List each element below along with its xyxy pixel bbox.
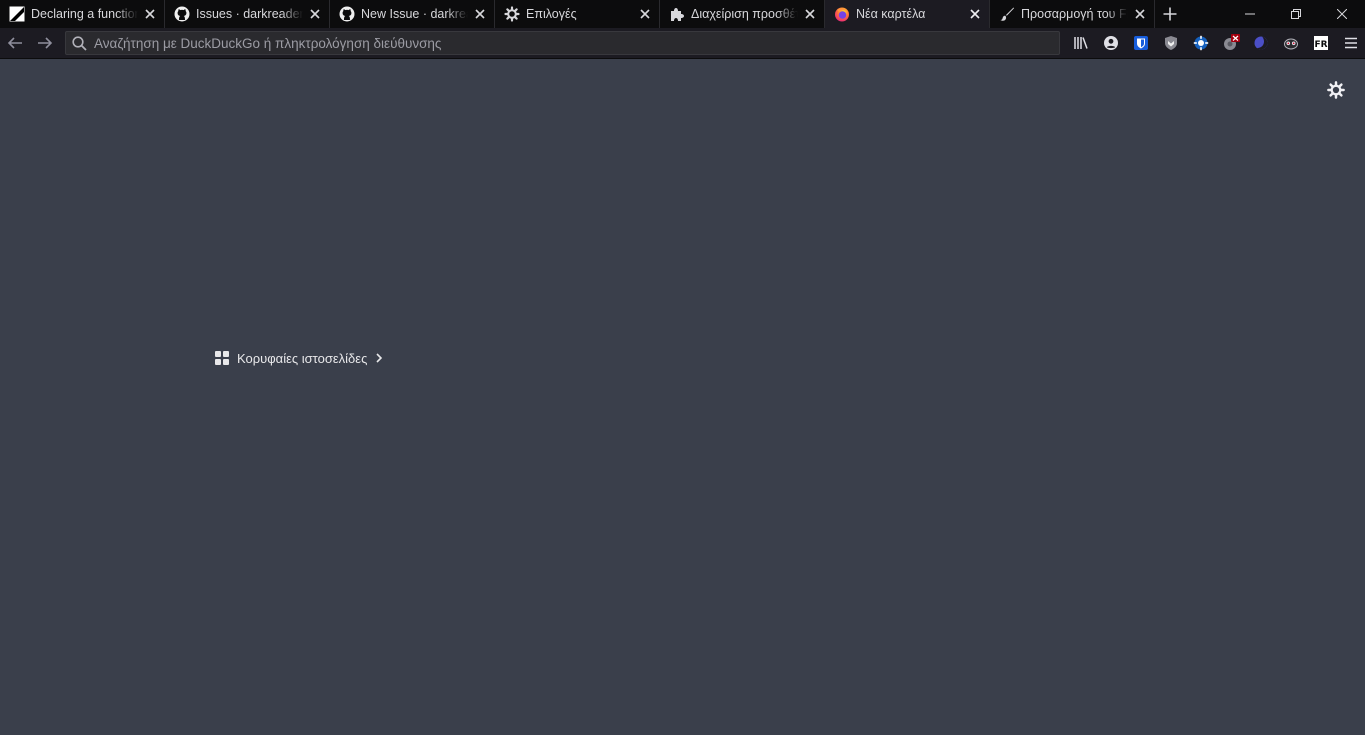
tab-strip: Declaring a function Issues · darkreader… bbox=[0, 0, 1365, 28]
address-input[interactable] bbox=[92, 35, 1059, 51]
close-icon[interactable] bbox=[472, 6, 488, 22]
privacy-badger-icon[interactable] bbox=[1156, 29, 1186, 57]
restore-icon bbox=[1291, 9, 1301, 19]
tab-label: Επιλογές bbox=[526, 7, 577, 21]
brush-icon bbox=[999, 6, 1015, 22]
close-icon[interactable] bbox=[802, 6, 818, 22]
restore-button[interactable] bbox=[1273, 0, 1319, 28]
tab-label: Προσαρμογή του Firefox bbox=[1021, 7, 1128, 21]
gear-icon bbox=[504, 6, 520, 22]
account-icon[interactable] bbox=[1096, 29, 1126, 57]
tab-label: Νέα καρτέλα bbox=[856, 7, 926, 21]
tab-customize-firefox[interactable]: Προσαρμογή του Firefox bbox=[990, 0, 1155, 28]
puzzle-icon bbox=[669, 6, 685, 22]
top-sites-grid-icon bbox=[215, 351, 229, 365]
minimize-icon bbox=[1245, 13, 1255, 15]
library-icon[interactable] bbox=[1066, 29, 1096, 57]
top-sites-section-toggle[interactable]: Κορυφαίες ιστοσελίδες bbox=[215, 348, 383, 368]
bitwarden-icon[interactable] bbox=[1126, 29, 1156, 57]
tab-declaring-function[interactable]: Declaring a function bbox=[0, 0, 165, 28]
close-icon[interactable] bbox=[307, 6, 323, 22]
arrow-left-icon bbox=[7, 37, 22, 49]
github-icon bbox=[174, 6, 190, 22]
tab-new-issue[interactable]: New Issue · darkreader/darkreader bbox=[330, 0, 495, 28]
fr-icon[interactable]: FR bbox=[1306, 29, 1336, 57]
new-tab-button[interactable] bbox=[1155, 0, 1185, 28]
close-icon[interactable] bbox=[1132, 6, 1148, 22]
back-button[interactable] bbox=[0, 29, 30, 57]
close-window-button[interactable] bbox=[1319, 0, 1365, 28]
tab-options[interactable]: Επιλογές bbox=[495, 0, 660, 28]
search-icon bbox=[66, 35, 92, 51]
firefox-icon bbox=[834, 6, 850, 22]
address-bar[interactable] bbox=[65, 31, 1060, 55]
close-icon[interactable] bbox=[637, 6, 653, 22]
plus-icon bbox=[1163, 7, 1177, 21]
navigation-toolbar: FR bbox=[0, 28, 1365, 59]
ublock-icon[interactable] bbox=[1186, 29, 1216, 57]
toolbar-icons: FR bbox=[1066, 28, 1365, 58]
personalize-gear-button[interactable] bbox=[1326, 80, 1346, 100]
arrow-right-icon bbox=[38, 37, 53, 49]
close-icon bbox=[1337, 9, 1347, 19]
top-sites-label: Κορυφαίες ιστοσελίδες bbox=[237, 350, 368, 366]
tab-new-tab[interactable]: Νέα καρτέλα bbox=[825, 0, 990, 28]
tab-addons-manager[interactable]: Διαχείριση προσθέτων bbox=[660, 0, 825, 28]
window-controls bbox=[1227, 0, 1365, 28]
close-icon[interactable] bbox=[142, 6, 158, 22]
zed-icon bbox=[9, 6, 25, 22]
menu-icon[interactable] bbox=[1336, 29, 1365, 57]
svg-text:FR: FR bbox=[1314, 40, 1327, 50]
tab-issues-darkreader[interactable]: Issues · darkreader/darkreader bbox=[165, 0, 330, 28]
disabled-extension-icon[interactable] bbox=[1216, 29, 1246, 57]
forward-button[interactable] bbox=[30, 29, 60, 57]
darkreader-icon[interactable] bbox=[1246, 29, 1276, 57]
tab-label: New Issue · darkreader/darkreader bbox=[361, 7, 468, 21]
tab-label: Διαχείριση προσθέτων bbox=[691, 7, 798, 21]
github-icon bbox=[339, 6, 355, 22]
gear-icon bbox=[1327, 81, 1345, 99]
tab-label: Issues · darkreader/darkreader bbox=[196, 7, 303, 21]
close-icon[interactable] bbox=[967, 6, 983, 22]
chevron-right-icon bbox=[375, 353, 383, 363]
tab-label: Declaring a function bbox=[31, 7, 138, 21]
extension-face-icon[interactable] bbox=[1276, 29, 1306, 57]
minimize-button[interactable] bbox=[1227, 0, 1273, 28]
